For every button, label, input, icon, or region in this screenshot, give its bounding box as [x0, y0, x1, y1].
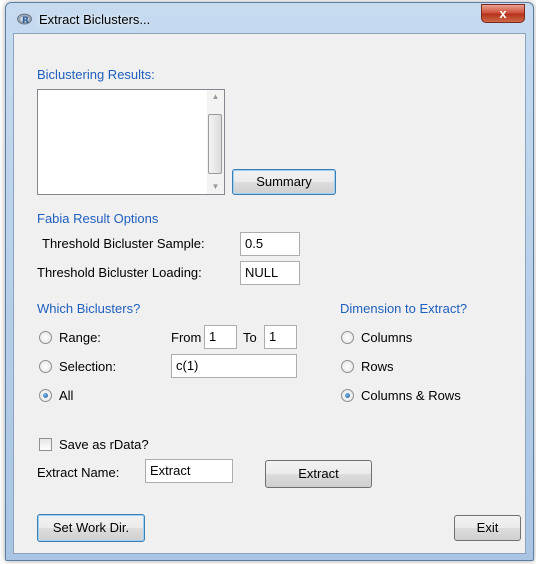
rows-radio[interactable] [341, 360, 354, 373]
title-bar[interactable]: R Extract Biclusters... x [6, 3, 533, 33]
threshold-loading-label: Threshold Bicluster Loading: [37, 265, 202, 280]
close-button[interactable]: x [481, 4, 525, 23]
dimension-heading: Dimension to Extract? [340, 301, 468, 316]
threshold-sample-label: Threshold Bicluster Sample: [42, 236, 205, 251]
exit-button[interactable]: Exit [454, 515, 521, 541]
range-radio[interactable] [39, 331, 52, 344]
range-to-input[interactable]: 1 [264, 325, 297, 349]
columns-label: Columns [361, 330, 413, 345]
svg-text:R: R [22, 16, 29, 25]
r-logo-icon: R [17, 13, 32, 25]
extract-button[interactable]: Extract [265, 460, 372, 488]
columns-rows-radio[interactable] [341, 389, 354, 402]
range-label: Range: [59, 330, 101, 345]
extract-name-input[interactable]: Extract [145, 459, 233, 483]
scroll-up-icon[interactable]: ▲ [207, 90, 224, 104]
all-radio[interactable] [39, 389, 52, 402]
set-work-dir-button[interactable]: Set Work Dir. [37, 514, 145, 542]
biclustering-results-heading: Biclustering Results: [37, 67, 155, 82]
listbox-scrollbar[interactable]: ▲ ▼ [207, 90, 224, 194]
selection-radio[interactable] [39, 360, 52, 373]
columns-rows-label: Columns & Rows [361, 388, 461, 403]
extract-name-label: Extract Name: [37, 465, 120, 480]
all-label: All [59, 388, 74, 403]
which-biclusters-heading: Which Biclusters? [37, 301, 141, 316]
scroll-down-icon[interactable]: ▼ [207, 180, 224, 194]
threshold-loading-input[interactable]: NULL [240, 261, 300, 285]
summary-button[interactable]: Summary [232, 169, 336, 195]
threshold-sample-input[interactable]: 0.5 [240, 232, 300, 256]
dialog-window: R Extract Biclusters... x Biclustering R… [5, 2, 534, 561]
dialog-body: Biclustering Results: ▲ ▼ Summary Fabia … [13, 33, 526, 554]
fabia-options-heading: Fabia Result Options [37, 211, 159, 226]
to-label: To [243, 330, 257, 345]
columns-radio[interactable] [341, 331, 354, 344]
window-title: Extract Biclusters... [39, 12, 151, 27]
results-listbox[interactable]: ▲ ▼ [37, 89, 225, 195]
range-from-input[interactable]: 1 [204, 325, 237, 349]
rows-label: Rows [361, 359, 394, 374]
close-icon: x [499, 6, 507, 21]
scrollbar-thumb[interactable] [208, 114, 222, 174]
from-label: From [171, 330, 202, 345]
save-rdata-checkbox[interactable] [39, 438, 52, 451]
selection-label: Selection: [59, 359, 117, 374]
selection-input[interactable]: c(1) [171, 354, 297, 378]
save-rdata-label: Save as rData? [59, 437, 149, 452]
